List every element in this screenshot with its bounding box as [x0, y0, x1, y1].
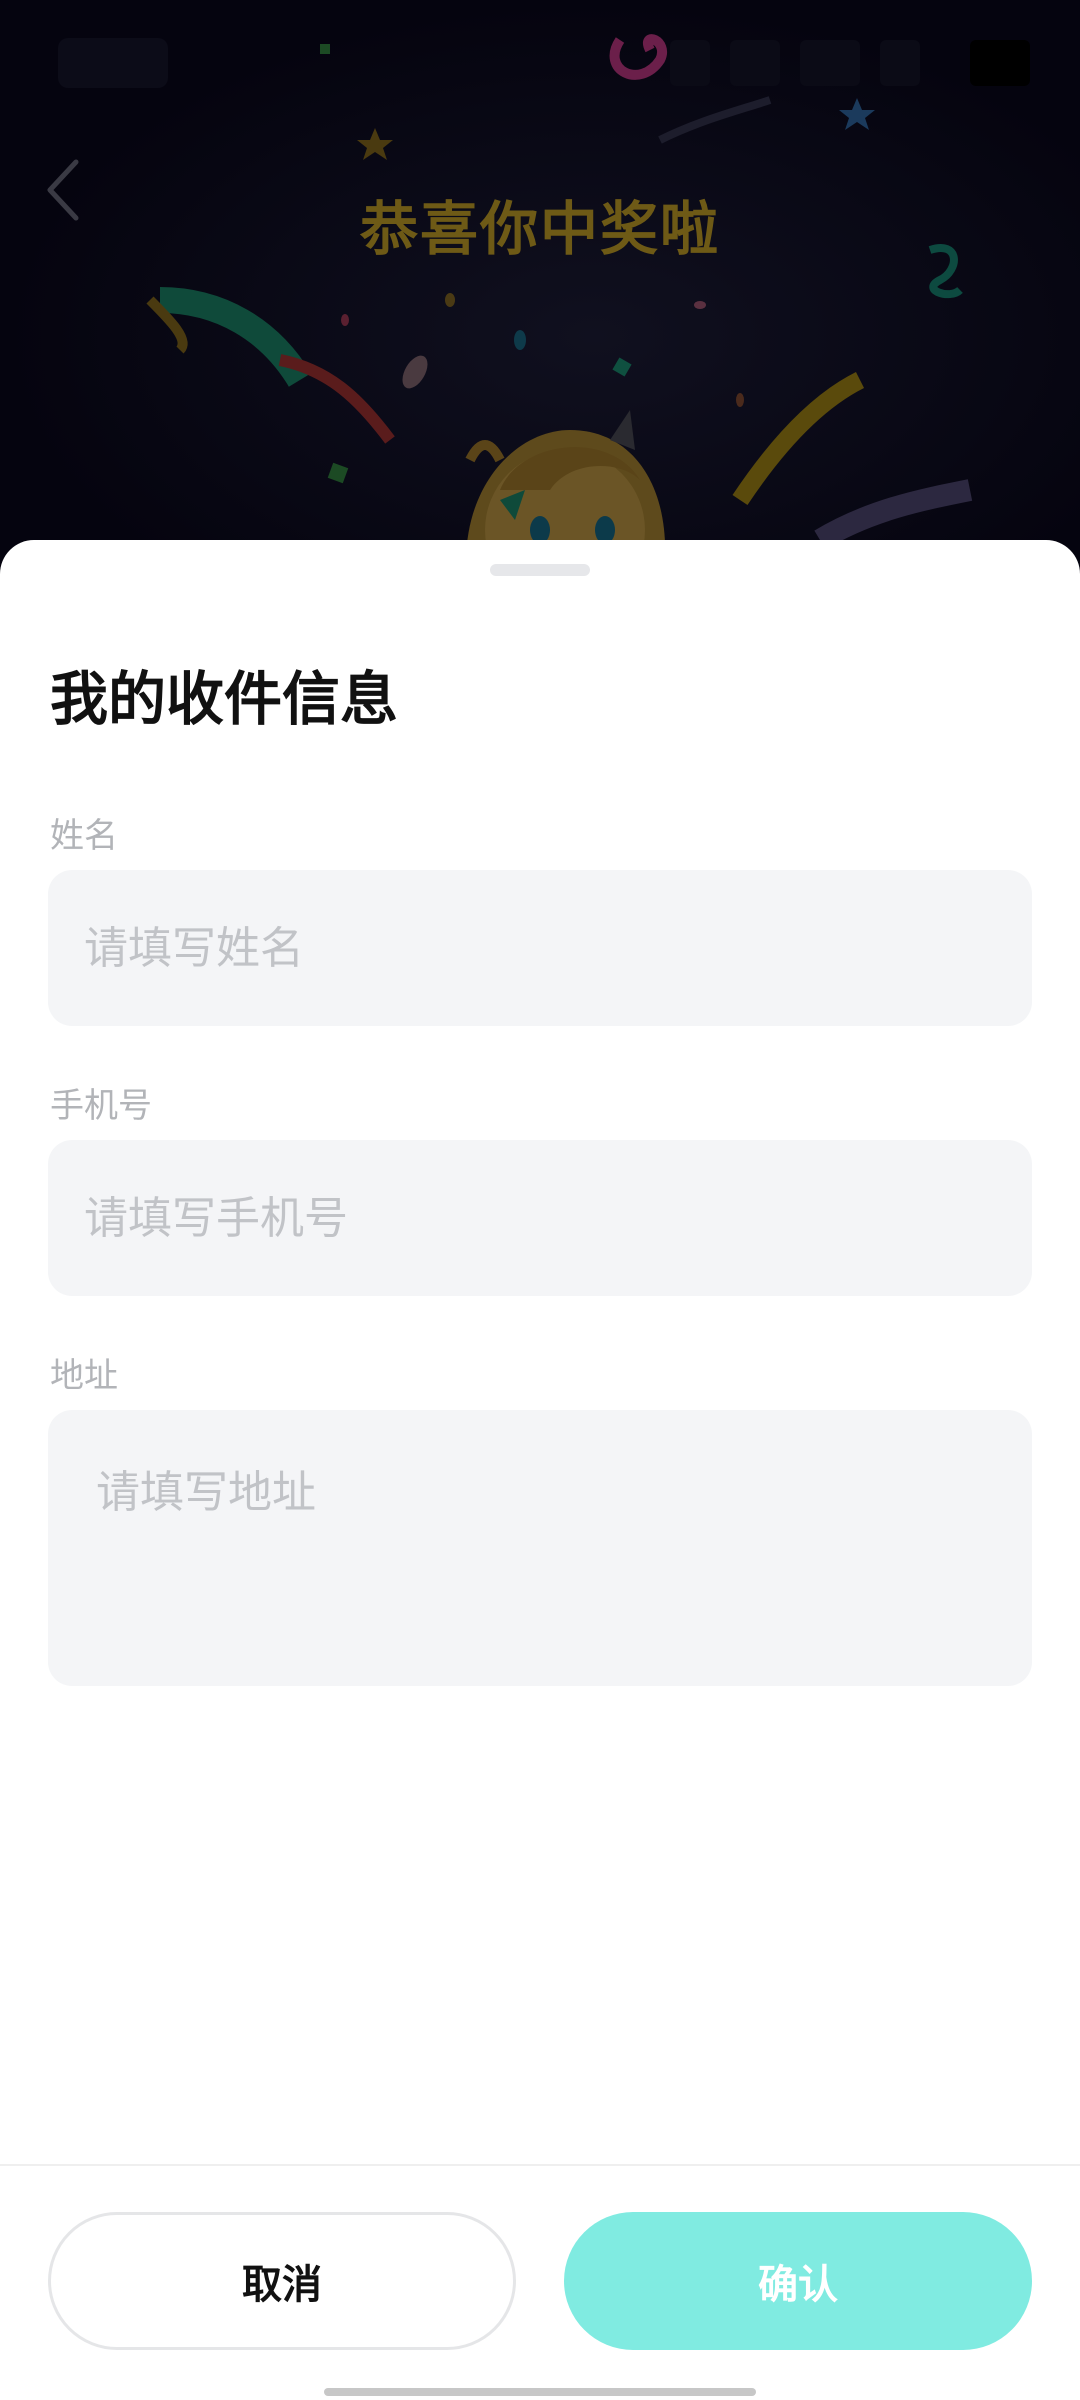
background-page: 恭喜你中奖啦 — [0, 0, 1080, 560]
sheet-title: 我的收件信息 — [50, 665, 399, 733]
cancel-button[interactable]: 取消 — [48, 2212, 516, 2350]
footer-divider — [0, 2164, 1080, 2166]
confirm-button[interactable]: 确认 — [564, 2212, 1032, 2350]
phone-input[interactable] — [48, 1140, 1032, 1296]
home-indicator — [324, 2388, 756, 2396]
phone-label: 手机号 — [50, 1086, 152, 1126]
name-input[interactable] — [48, 870, 1032, 1026]
prize-heading: 恭喜你中奖啦 — [359, 195, 720, 263]
drag-handle[interactable] — [490, 564, 590, 576]
address-textarea[interactable] — [48, 1410, 1032, 1686]
address-label: 地址 — [50, 1356, 118, 1396]
shipping-info-sheet: 我的收件信息 姓名 手机号 地址 取消 确认 — [0, 540, 1080, 2400]
mascot-character — [465, 410, 666, 560]
name-label: 姓名 — [50, 816, 118, 856]
